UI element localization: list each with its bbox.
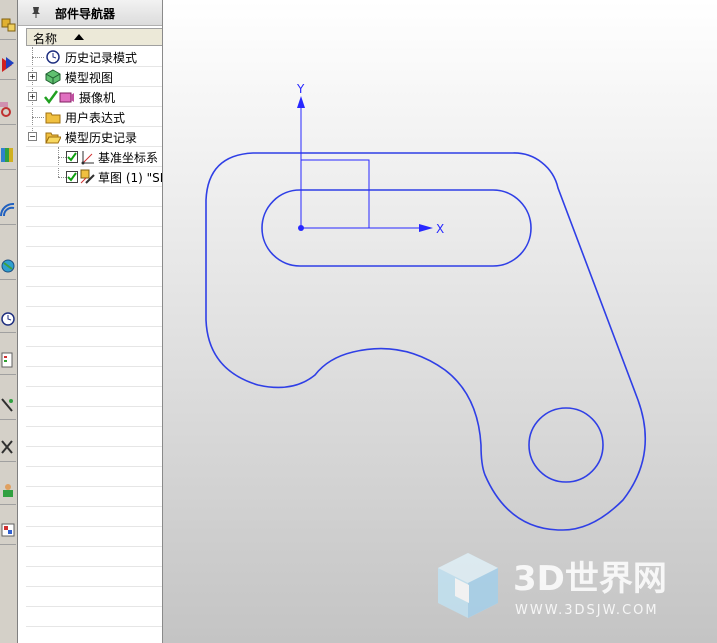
empty-row bbox=[26, 447, 162, 467]
empty-row bbox=[26, 627, 162, 643]
tree-item-label: 摄像机 bbox=[79, 91, 116, 105]
sketch-hole[interactable] bbox=[528, 407, 604, 483]
empty-row bbox=[26, 407, 162, 427]
checkbox-checked[interactable] bbox=[66, 151, 78, 163]
empty-row bbox=[26, 467, 162, 487]
sort-ascending-icon bbox=[74, 34, 84, 40]
empty-row bbox=[26, 347, 162, 367]
assembly-navigator-icon[interactable] bbox=[0, 10, 16, 40]
palette-icon[interactable] bbox=[0, 515, 16, 545]
watermark-logo: 3D世界网 WWW.3DSJW.COM bbox=[433, 548, 703, 633]
navigator-title: 部件导航器 bbox=[55, 7, 116, 21]
empty-row bbox=[26, 567, 162, 587]
datum-coordinate-system[interactable]: X Y bbox=[296, 82, 444, 236]
tree-item-sketch[interactable]: 草图 (1) "SK bbox=[26, 167, 163, 187]
tree-item-label: 模型视图 bbox=[65, 71, 114, 85]
column-header-label: 名称 bbox=[33, 32, 58, 46]
expand-icon[interactable]: + bbox=[28, 72, 37, 81]
empty-row bbox=[26, 387, 162, 407]
tree-item-label: 用户表达式 bbox=[65, 111, 126, 125]
axis-x-label: X bbox=[436, 222, 444, 236]
empty-row bbox=[26, 547, 162, 567]
tree-item-history-mode[interactable]: 历史记录模式 bbox=[26, 47, 162, 67]
watermark-brand: 3D世界网 bbox=[513, 559, 667, 599]
tree-item-label: 基准坐标系 bbox=[98, 151, 159, 165]
resource-bar bbox=[0, 0, 18, 643]
pin-icon[interactable] bbox=[30, 5, 42, 19]
part-navigator: 部件导航器 名称 历史记录模式 + 模型视图 + 摄像机 用户表达式 − 模型历… bbox=[18, 0, 163, 643]
empty-row bbox=[26, 187, 162, 207]
tree-item-datum-csys[interactable]: 基准坐标系 bbox=[26, 147, 162, 167]
tree-item-label: 草图 (1) "SK bbox=[98, 171, 163, 185]
empty-row bbox=[26, 287, 162, 307]
empty-row bbox=[26, 227, 162, 247]
empty-row bbox=[26, 327, 162, 347]
axis-y-label: Y bbox=[296, 82, 305, 96]
model-view-icon bbox=[45, 69, 61, 85]
collapse-icon[interactable]: − bbox=[28, 132, 37, 141]
empty-row bbox=[26, 267, 162, 287]
empty-row bbox=[26, 247, 162, 267]
empty-row bbox=[26, 427, 162, 447]
sketch-canvas[interactable]: X Y bbox=[163, 0, 717, 643]
tree-item-user-expressions[interactable]: 用户表达式 bbox=[26, 107, 162, 127]
system-scenes-icon[interactable] bbox=[0, 475, 16, 505]
name-column-header[interactable]: 名称 bbox=[26, 28, 162, 46]
expand-icon[interactable]: + bbox=[28, 92, 37, 101]
process-studio-icon[interactable] bbox=[0, 345, 16, 375]
graphics-window[interactable]: X Y 3D世界网 WWW.3DSJW.COM bbox=[163, 0, 717, 643]
empty-row bbox=[26, 207, 162, 227]
empty-row bbox=[26, 487, 162, 507]
empty-row bbox=[26, 587, 162, 607]
folder-icon bbox=[45, 112, 61, 124]
green-check-icon bbox=[44, 90, 59, 105]
checkbox-checked[interactable] bbox=[66, 171, 78, 183]
empty-row bbox=[26, 307, 162, 327]
navigator-title-bar: 部件导航器 bbox=[18, 0, 162, 26]
tree-item-model-history[interactable]: − 模型历史记录 bbox=[26, 127, 162, 147]
empty-row bbox=[26, 367, 162, 387]
roles-icon[interactable] bbox=[0, 432, 16, 462]
empty-row bbox=[26, 607, 162, 627]
part-navigator-icon[interactable] bbox=[0, 95, 16, 125]
constraint-navigator-icon[interactable] bbox=[0, 50, 16, 80]
datum-csys-icon bbox=[81, 151, 94, 165]
empty-row bbox=[26, 527, 162, 547]
camera-icon bbox=[59, 92, 74, 103]
manufacturing-wizards-icon[interactable] bbox=[0, 390, 16, 420]
tree-item-label: 模型历史记录 bbox=[65, 131, 138, 145]
history-icon[interactable] bbox=[0, 303, 16, 333]
folder-open-icon bbox=[45, 132, 61, 144]
empty-row bbox=[26, 507, 162, 527]
tree-item-cameras[interactable]: + 摄像机 bbox=[26, 87, 162, 107]
web-browser-icon[interactable] bbox=[0, 250, 16, 280]
clock-icon bbox=[46, 50, 60, 64]
reuse-library-icon[interactable] bbox=[0, 140, 16, 170]
hd3d-tools-icon[interactable] bbox=[0, 195, 16, 225]
tree-item-model-views[interactable]: + 模型视图 bbox=[26, 67, 162, 87]
tree-item-label: 历史记录模式 bbox=[65, 51, 138, 65]
watermark-url: WWW.3DSJW.COM bbox=[515, 603, 659, 618]
sketch-outer-profile[interactable] bbox=[205, 152, 647, 531]
cube-logo-icon bbox=[438, 553, 498, 618]
sketch-icon bbox=[80, 169, 95, 184]
